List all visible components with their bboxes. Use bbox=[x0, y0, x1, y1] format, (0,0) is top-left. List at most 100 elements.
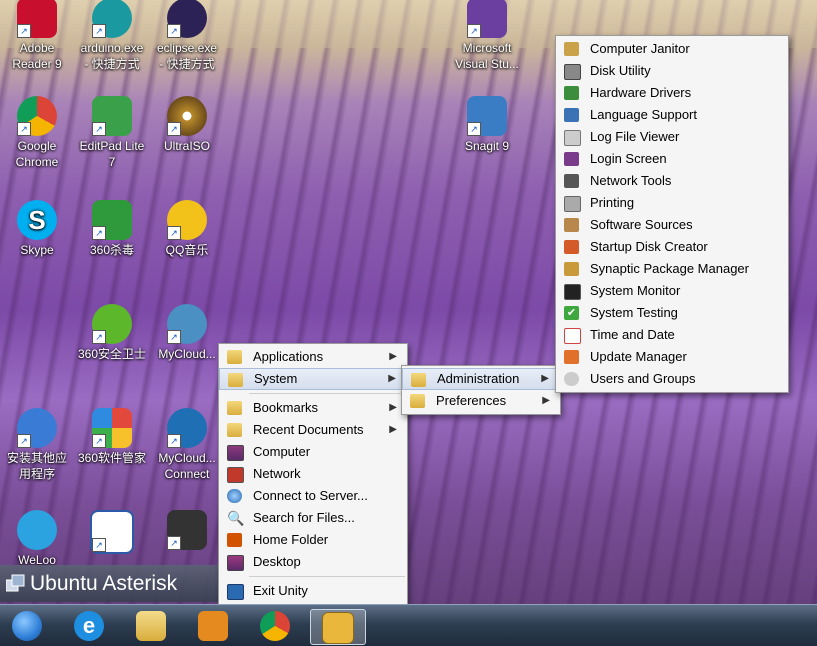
menu-item-update-manager[interactable]: Update Manager bbox=[556, 346, 788, 368]
submenu-arrow-icon: ▶ bbox=[389, 402, 397, 413]
log-viewer-icon bbox=[564, 130, 581, 146]
menu-item-applications[interactable]: Applications ▶ bbox=[219, 346, 407, 368]
magnifier-icon: 🔍 bbox=[227, 510, 245, 526]
menu-item-system[interactable]: System ▶ bbox=[219, 368, 407, 390]
desktop-icon-arduino[interactable]: ↗ arduino.exe - 快捷方式 bbox=[77, 0, 147, 72]
desktop-icon-snagit[interactable]: ↗ Snagit 9 bbox=[452, 96, 522, 154]
desktop-icon-qq-music[interactable]: ↗ QQ音乐 bbox=[152, 200, 222, 258]
folder-icon bbox=[227, 350, 242, 364]
network-tools-icon bbox=[564, 174, 579, 188]
menu-item-desktop[interactable]: Desktop bbox=[219, 551, 407, 573]
menu-item-synaptic-package-manager[interactable]: Synaptic Package Manager bbox=[556, 258, 788, 280]
menu-item-network[interactable]: Network bbox=[219, 463, 407, 485]
desktop-icon-360-software[interactable]: ↗ 360软件管家 bbox=[77, 408, 147, 466]
submenu-arrow-icon: ▶ bbox=[542, 395, 550, 406]
menu-item-startup-disk-creator[interactable]: Startup Disk Creator bbox=[556, 236, 788, 258]
home-folder-icon bbox=[227, 533, 242, 547]
desktop-icon-weloo[interactable]: WeLoo bbox=[2, 510, 72, 568]
menu-item-system-testing[interactable]: ✔ System Testing bbox=[556, 302, 788, 324]
desktop-icon-openvpn[interactable]: ↗ bbox=[152, 510, 222, 552]
desktop-icon-eclipse[interactable]: ↗ eclipse.exe - 快捷方式 bbox=[152, 0, 222, 72]
menu-item-bookmarks[interactable]: Bookmarks ▶ bbox=[219, 397, 407, 419]
checkmark-icon: ✔ bbox=[564, 306, 579, 320]
windows-logo-icon bbox=[12, 611, 42, 641]
ie-icon: e bbox=[74, 611, 104, 641]
menu-item-computer-janitor[interactable]: Computer Janitor bbox=[556, 38, 788, 60]
taskbar-ubuntu-asterisk[interactable] bbox=[310, 609, 366, 645]
users-icon bbox=[564, 372, 579, 386]
taskbar-internet-explorer[interactable]: e bbox=[64, 609, 114, 643]
asterisk-icon bbox=[322, 612, 354, 644]
mycloud-icon: ↗ bbox=[167, 304, 207, 344]
360-antivirus-icon: ↗ bbox=[92, 200, 132, 240]
adobe-reader-icon: ↗ bbox=[17, 0, 57, 38]
menu-item-login-screen[interactable]: Login Screen bbox=[556, 148, 788, 170]
word-document-icon: ↗ bbox=[90, 510, 134, 554]
desktop-icon-editpad[interactable]: ↗ EditPad Lite 7 bbox=[77, 96, 147, 170]
desktop-icon-visual-studio[interactable]: ↗ Microsoft Visual Stu... bbox=[452, 0, 522, 72]
windows-stack-icon bbox=[6, 574, 25, 592]
network-icon bbox=[227, 467, 244, 483]
menu-item-language-support[interactable]: Language Support bbox=[556, 104, 788, 126]
menu-item-system-monitor[interactable]: System Monitor bbox=[556, 280, 788, 302]
menu-item-users-and-groups[interactable]: Users and Groups bbox=[556, 368, 788, 390]
eclipse-icon: ↗ bbox=[167, 0, 207, 38]
desktop-icon-360-security[interactable]: ↗ 360安全卫士 bbox=[77, 304, 147, 362]
clock-icon bbox=[564, 328, 581, 344]
taskbar-chrome[interactable] bbox=[250, 609, 300, 643]
360-security-icon: ↗ bbox=[92, 304, 132, 344]
arduino-icon: ↗ bbox=[92, 0, 132, 38]
desktop-icon-360-antivirus[interactable]: ↗ 360杀毒 bbox=[77, 200, 147, 258]
start-button[interactable] bbox=[2, 609, 52, 643]
package-icon bbox=[564, 262, 579, 276]
menu-item-log-file-viewer[interactable]: Log File Viewer bbox=[556, 126, 788, 148]
menu-item-time-and-date[interactable]: Time and Date bbox=[556, 324, 788, 346]
chip-icon bbox=[564, 86, 579, 100]
desktop-icon-ultraiso[interactable]: ↗ UltraISO bbox=[152, 96, 222, 154]
menu-item-search-for-files[interactable]: 🔍 Search for Files... bbox=[219, 507, 407, 529]
menu-item-computer[interactable]: Computer bbox=[219, 441, 407, 463]
menu-separator bbox=[249, 393, 405, 394]
broom-icon bbox=[564, 42, 579, 56]
menu-item-exit-unity[interactable]: Exit Unity bbox=[219, 580, 407, 602]
menu-item-disk-utility[interactable]: Disk Utility bbox=[556, 60, 788, 82]
ultraiso-icon: ↗ bbox=[167, 96, 207, 136]
software-sources-icon bbox=[564, 218, 579, 232]
chrome-icon bbox=[260, 611, 290, 641]
menu-item-network-tools[interactable]: Network Tools bbox=[556, 170, 788, 192]
folder-icon bbox=[227, 401, 242, 415]
unity-launcher-bar[interactable]: Ubuntu Asterisk bbox=[0, 565, 218, 602]
menu-item-software-sources[interactable]: Software Sources bbox=[556, 214, 788, 236]
snagit-icon: ↗ bbox=[467, 96, 507, 136]
system-submenu: Administration ▶ Preferences ▶ bbox=[401, 365, 561, 415]
editpad-icon: ↗ bbox=[92, 96, 132, 136]
menu-item-connect-to-server[interactable]: Connect to Server... bbox=[219, 485, 407, 507]
menu-item-hardware-drivers[interactable]: Hardware Drivers bbox=[556, 82, 788, 104]
submenu-arrow-icon: ▶ bbox=[389, 424, 397, 435]
menu-item-home-folder[interactable]: Home Folder bbox=[219, 529, 407, 551]
taskbar: e bbox=[0, 604, 817, 646]
skype-icon: S bbox=[17, 200, 57, 240]
desktop-icon-skype[interactable]: S Skype bbox=[2, 200, 72, 258]
menu-item-printing[interactable]: Printing bbox=[556, 192, 788, 214]
folder-icon bbox=[410, 394, 425, 408]
menu-item-preferences[interactable]: Preferences ▶ bbox=[402, 390, 560, 412]
login-screen-icon bbox=[564, 152, 579, 166]
desktop-icon-mycloud-connect[interactable]: ↗ MyCloud... Connect bbox=[152, 408, 222, 482]
taskbar-file-explorer[interactable] bbox=[126, 609, 176, 643]
desktop-icon-install-apps[interactable]: ↗ 安装其他应 用程序 bbox=[2, 408, 72, 482]
unity-bar-title: Ubuntu Asterisk bbox=[30, 572, 178, 595]
taskbar-media-player[interactable] bbox=[188, 609, 238, 643]
desktop-icon-mycloud[interactable]: ↗ MyCloud... bbox=[152, 304, 222, 362]
menu-item-administration[interactable]: Administration ▶ bbox=[402, 368, 560, 390]
submenu-arrow-icon: ▶ bbox=[541, 373, 549, 384]
menu-item-recent-documents[interactable]: Recent Documents ▶ bbox=[219, 419, 407, 441]
menu-separator bbox=[249, 576, 405, 577]
submenu-arrow-icon: ▶ bbox=[389, 351, 397, 362]
desktop-icon-chrome[interactable]: ↗ Google Chrome bbox=[2, 96, 72, 170]
language-icon bbox=[564, 108, 579, 122]
main-menu: Applications ▶ System ▶ Bookmarks ▶ Rece… bbox=[218, 343, 408, 605]
desktop-icon-word-document[interactable]: ↗ bbox=[77, 510, 147, 556]
desktop-icon-adobe-reader[interactable]: ↗ Adobe Reader 9 bbox=[2, 0, 72, 72]
startup-disk-icon bbox=[564, 240, 579, 254]
